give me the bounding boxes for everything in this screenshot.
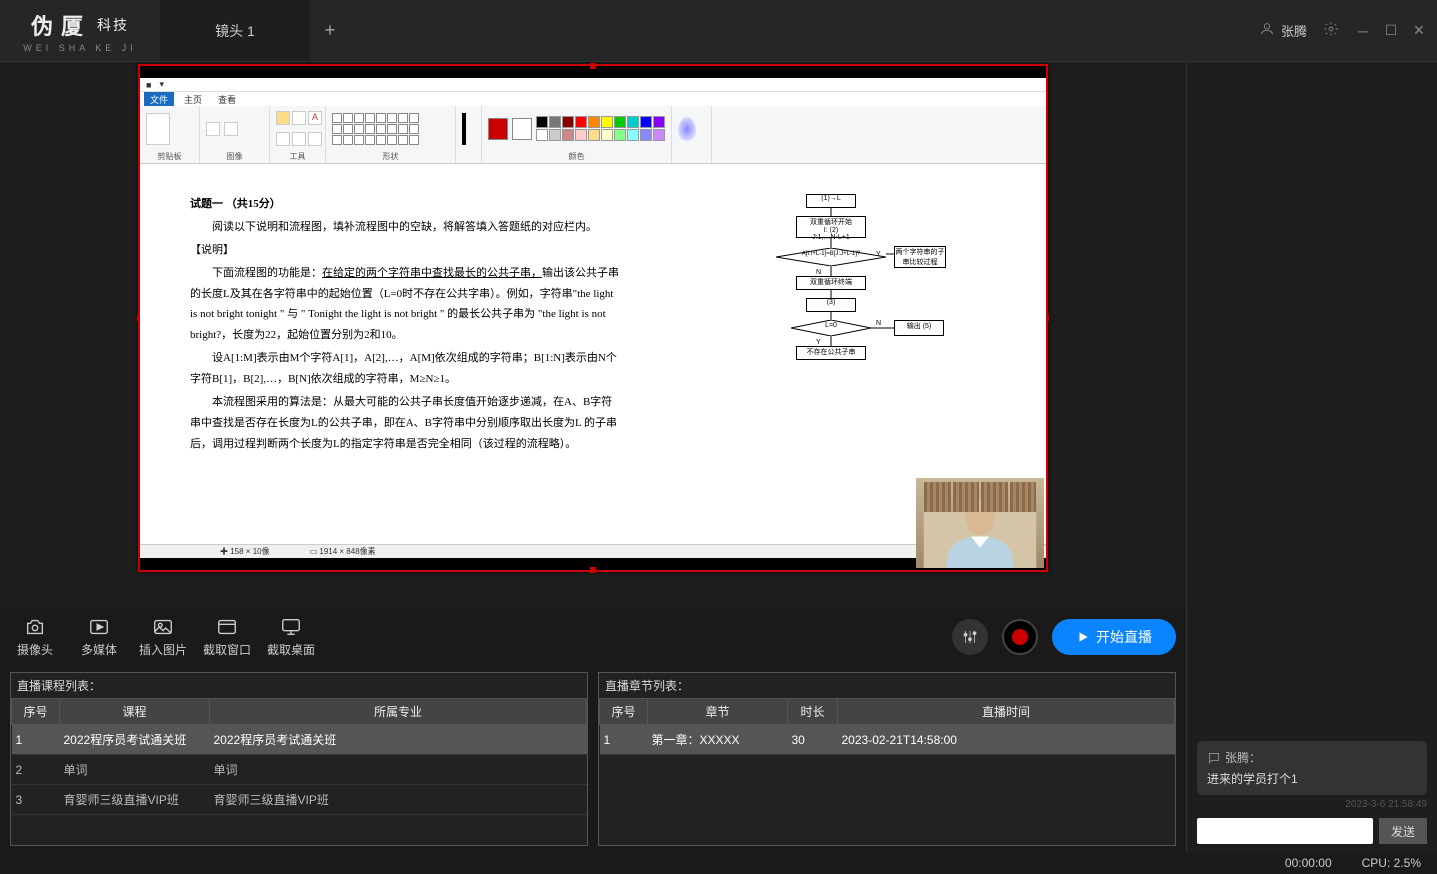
paint-tab-view[interactable]: 查看	[212, 92, 242, 107]
svg-text:N: N	[876, 320, 881, 327]
color-primary[interactable]	[488, 118, 508, 140]
paint-tab-home[interactable]: 主页	[178, 92, 208, 107]
play-icon	[1076, 630, 1090, 644]
close-button[interactable]: ✕	[1411, 22, 1427, 39]
chat-send-button[interactable]: 发送	[1379, 818, 1427, 844]
scene-tabs: 镜头 1 +	[160, 0, 1259, 61]
tab-label: 镜头 1	[215, 21, 255, 41]
mixer-button[interactable]	[952, 619, 988, 655]
doc-p5: 本流程图采用的算法是：从最大可能的公共子串长度值开始逐步递减，在A、B字符串中查…	[190, 392, 620, 455]
app-logo: 伪厦 科技 WEI SHA KE JI	[0, 0, 160, 61]
ribbon-label-clipboard: 剪贴板	[140, 151, 199, 162]
table-row[interactable]: 1第一章：XXXXX302023-02-21T14:58:00	[600, 725, 1175, 755]
table-row[interactable]: 2单词单词	[12, 755, 587, 785]
chapter-table: 序号 章节 时长 直播时间 1第一章：XXXXX302023-02-21T14:…	[599, 698, 1175, 755]
logo-side: 科技	[97, 15, 129, 35]
ribbon-label-shapes: 形状	[326, 151, 455, 162]
media-button[interactable]: 多媒体	[74, 616, 124, 658]
course-list-panel: 直播课程列表： 序号 课程 所属专业 12022程序员考试通关班2022程序员考…	[10, 672, 588, 846]
paint-ribbon: 剪贴板 图像 A 工具	[140, 106, 1046, 164]
camera-button[interactable]: 摄像头	[10, 616, 60, 658]
th-ch-name[interactable]: 章节	[648, 699, 788, 725]
resize-handle-top[interactable]	[590, 63, 596, 69]
color-secondary[interactable]	[512, 118, 532, 140]
settings-button[interactable]	[1323, 21, 1339, 40]
logo-text: 伪厦	[31, 9, 91, 41]
doc-p4: 设A[1:M]表示由M个字符A[1]，A[2],…，A[M]依次组成的字符串；B…	[190, 348, 620, 390]
paint-canvas-content: 试题一 （共15分） 阅读以下说明和流程图，填补流程图中的空缺，将解答填入答题纸…	[140, 164, 1046, 544]
paint-ribbon-tabs: 文件 主页 查看	[140, 92, 1046, 106]
minimize-button[interactable]: ─	[1355, 23, 1371, 39]
table-row[interactable]: 3育婴师三级直播VIP班育婴师三级直播VIP班	[12, 785, 587, 815]
th-ch-no[interactable]: 序号	[600, 699, 648, 725]
paint-menubar: ■▾	[140, 78, 1046, 92]
doc-heading: 试题一 （共15分）	[190, 194, 620, 215]
user-name: 张腾	[1281, 21, 1307, 40]
flowchart-diagram: (1)→L 双重循环开始I: (2)J:1,…N-L+1 A[I:I+L-1]=…	[746, 194, 946, 394]
user-icon	[1259, 21, 1275, 40]
maximize-button[interactable]: ☐	[1383, 22, 1399, 39]
doc-p1: 阅读以下说明和流程图，填补流程图中的空缺，将解答填入答题纸的对应栏内。	[190, 217, 620, 238]
preview-zone: ■▾ 文件 主页 查看 剪贴板 图像	[0, 62, 1186, 608]
th-major[interactable]: 所属专业	[210, 699, 587, 725]
capture-desktop-button[interactable]: 截取桌面	[266, 616, 316, 658]
chat-input[interactable]	[1197, 818, 1373, 844]
ribbon-label-tools: 工具	[270, 151, 325, 162]
source-toolbar: 摄像头 多媒体 插入图片 截取窗口 截取桌面	[0, 608, 1186, 666]
ribbon-label-image: 图像	[200, 151, 269, 162]
captured-paint-window: ■▾ 文件 主页 查看 剪贴板 图像	[140, 78, 1046, 558]
capture-window-button[interactable]: 截取窗口	[202, 616, 252, 658]
user-button[interactable]: 张腾	[1259, 21, 1307, 40]
th-no[interactable]: 序号	[12, 699, 60, 725]
course-list-title: 直播课程列表：	[11, 673, 587, 698]
status-timer: 00:00:00	[1285, 856, 1332, 870]
th-ch-time[interactable]: 直播时间	[838, 699, 1175, 725]
status-cpu: CPU: 2.5%	[1362, 856, 1421, 870]
svg-text:Y: Y	[816, 339, 821, 346]
titlebar: 伪厦 科技 WEI SHA KE JI 镜头 1 + 张腾 ─ ☐ ✕	[0, 0, 1437, 62]
svg-text:N: N	[816, 269, 821, 276]
chapter-list-title: 直播章节列表：	[599, 673, 1175, 698]
record-button[interactable]	[1002, 619, 1038, 655]
chat-timestamp: 2023-3-6 21:58:49	[1197, 799, 1427, 810]
paint-tab-file[interactable]: 文件	[144, 92, 174, 107]
chapter-list-panel: 直播章节列表： 序号 章节 时长 直播时间 1第一章：XXXXX302023-0…	[598, 672, 1176, 846]
chat-sender: 张腾：	[1225, 749, 1261, 766]
chat-panel: 张腾： 进来的学员打个1 2023-3-6 21:58:49 发送	[1187, 62, 1437, 852]
record-icon	[1012, 629, 1028, 645]
chat-text: 进来的学员打个1	[1207, 770, 1417, 787]
start-live-button[interactable]: 开始直播	[1052, 619, 1176, 655]
ribbon-label-color: 颜色	[482, 151, 671, 162]
tab-add-button[interactable]: +	[310, 0, 350, 61]
insert-image-button[interactable]: 插入图片	[138, 616, 188, 658]
chat-message: 张腾： 进来的学员打个1	[1197, 741, 1427, 795]
th-ch-dur[interactable]: 时长	[788, 699, 838, 725]
doc-p3: 下面流程图的功能是：在给定的两个字符串中查找最长的公共子串，输出该公共子串的长度…	[190, 263, 620, 347]
chat-bubble-icon	[1207, 751, 1221, 765]
svg-text:Y: Y	[876, 251, 881, 258]
resize-handle-bottom[interactable]	[590, 567, 596, 573]
table-row[interactable]: 12022程序员考试通关班2022程序员考试通关班	[12, 725, 587, 755]
doc-p2: 【说明】	[190, 240, 620, 261]
th-course[interactable]: 课程	[60, 699, 210, 725]
course-table: 序号 课程 所属专业 12022程序员考试通关班2022程序员考试通关班2单词单…	[11, 698, 587, 815]
tab-scene-1[interactable]: 镜头 1	[160, 0, 310, 61]
camera-pip-overlay[interactable]	[916, 478, 1044, 568]
logo-sub: WEI SHA KE JI	[23, 43, 137, 53]
paint-statusbar: ✚ 158 × 10像 ▭ 1914 × 848像素	[140, 544, 1046, 558]
statusbar: 00:00:00 CPU: 2.5%	[0, 852, 1437, 874]
preview-canvas[interactable]: ■▾ 文件 主页 查看 剪贴板 图像	[138, 64, 1048, 572]
